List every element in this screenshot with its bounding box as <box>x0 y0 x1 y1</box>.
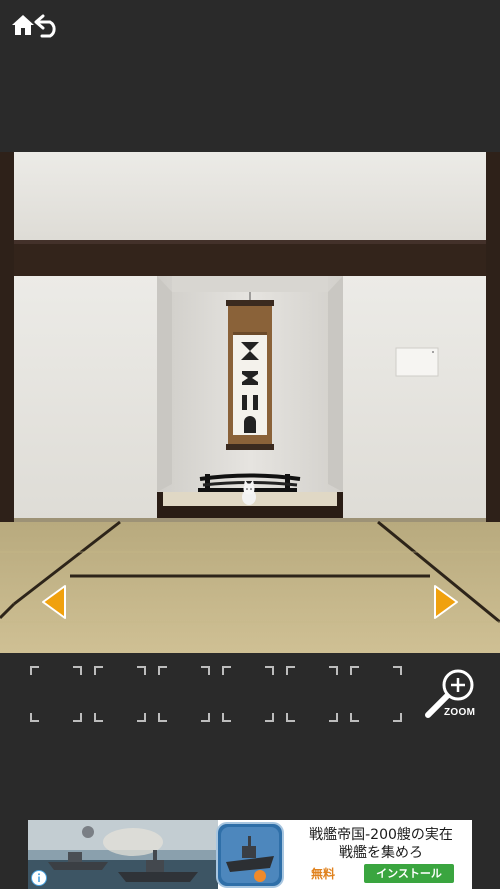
info-icon[interactable] <box>31 870 47 886</box>
install-button[interactable]: インストール <box>364 864 454 883</box>
inventory-slot-5[interactable] <box>286 666 338 688</box>
ad-battleship-image <box>28 820 218 889</box>
ad-price: 無料 <box>311 867 336 881</box>
ad-title-line1: 戦艦帝国-200艘の実在 <box>309 827 453 843</box>
inventory-slot-10[interactable] <box>222 700 274 722</box>
inventory-slot-1[interactable] <box>30 666 82 688</box>
app-icon <box>216 822 284 888</box>
inventory-slot-8[interactable] <box>94 700 146 722</box>
top-bar <box>0 0 500 152</box>
inventory-slot-2[interactable] <box>94 666 146 688</box>
inventory-slot-9[interactable] <box>158 700 210 722</box>
undo-arrow-icon[interactable] <box>34 12 62 38</box>
inventory-slot-12[interactable] <box>350 700 402 722</box>
ad-title: 戦艦帝国-200艘の実在 戦艦を集めろ <box>290 826 472 862</box>
wall-panel[interactable] <box>395 347 439 377</box>
arrow-left-icon[interactable] <box>40 584 70 620</box>
arrow-right-icon[interactable] <box>430 584 460 620</box>
inventory-slot-3[interactable] <box>158 666 210 688</box>
arch-icon <box>244 416 256 433</box>
room-view <box>0 152 500 653</box>
game-scene <box>0 152 500 653</box>
ad-title-line2: 戦艦を集めろ <box>339 845 423 861</box>
ad-banner[interactable]: 戦艦帝国-200艘の実在 戦艦を集めろ 無料 インストール <box>28 820 472 889</box>
home-icon[interactable] <box>10 12 36 38</box>
inventory-slot-6[interactable] <box>350 666 402 688</box>
inventory-slot-7[interactable] <box>30 700 82 722</box>
inventory-slot-11[interactable] <box>286 700 338 722</box>
inventory-slot-4[interactable] <box>222 666 274 688</box>
zoom-label: ZOOM <box>444 707 476 718</box>
